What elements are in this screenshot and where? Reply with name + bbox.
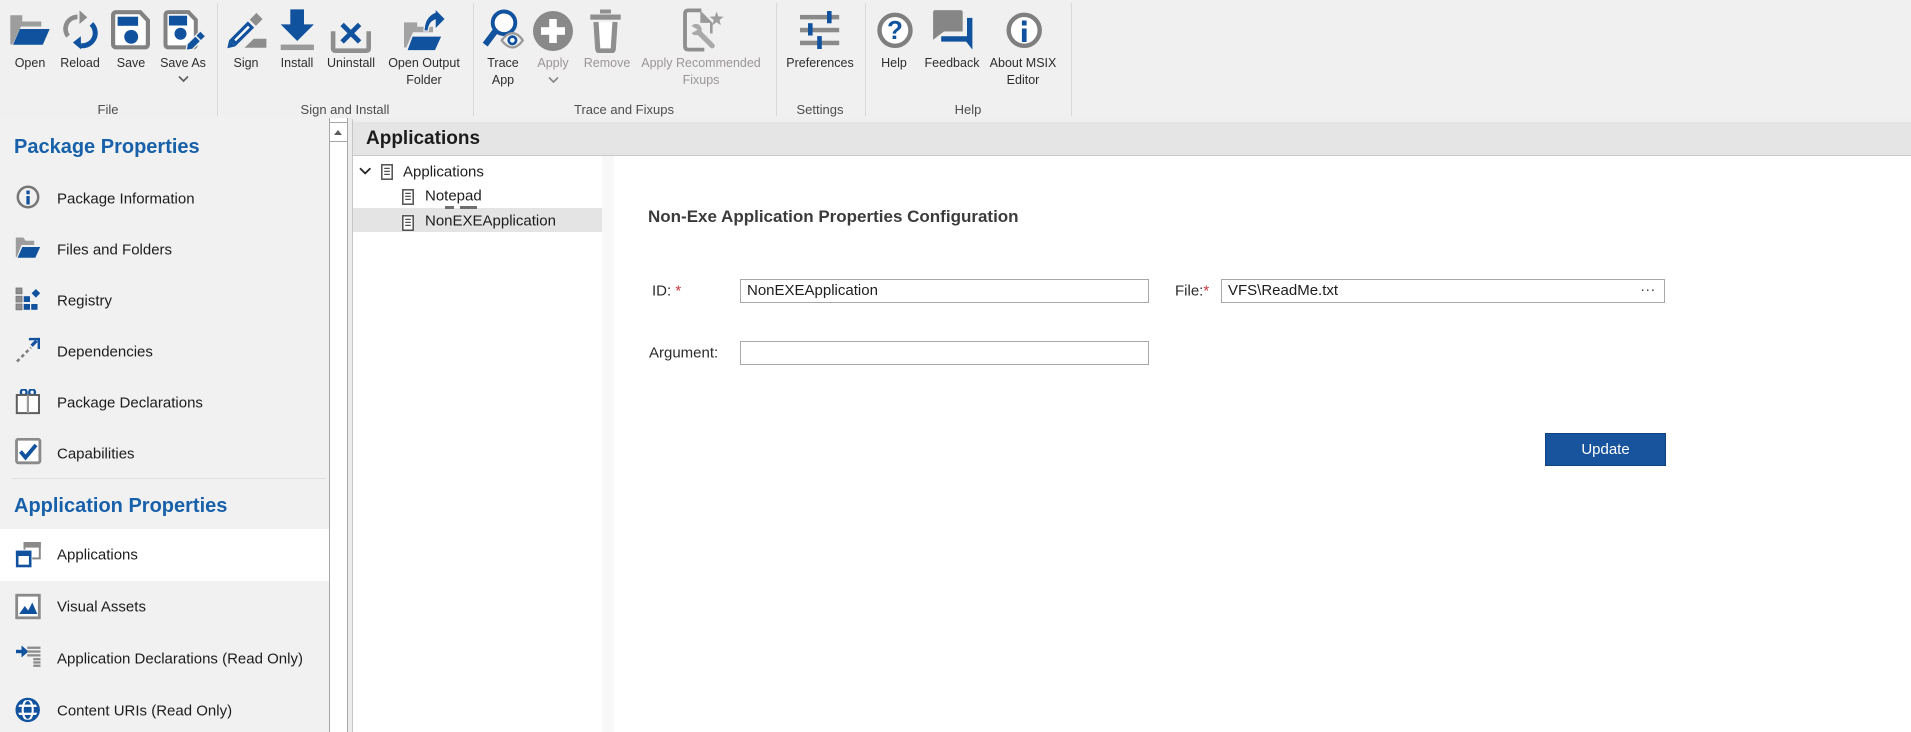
- svg-text:?: ?: [887, 15, 903, 45]
